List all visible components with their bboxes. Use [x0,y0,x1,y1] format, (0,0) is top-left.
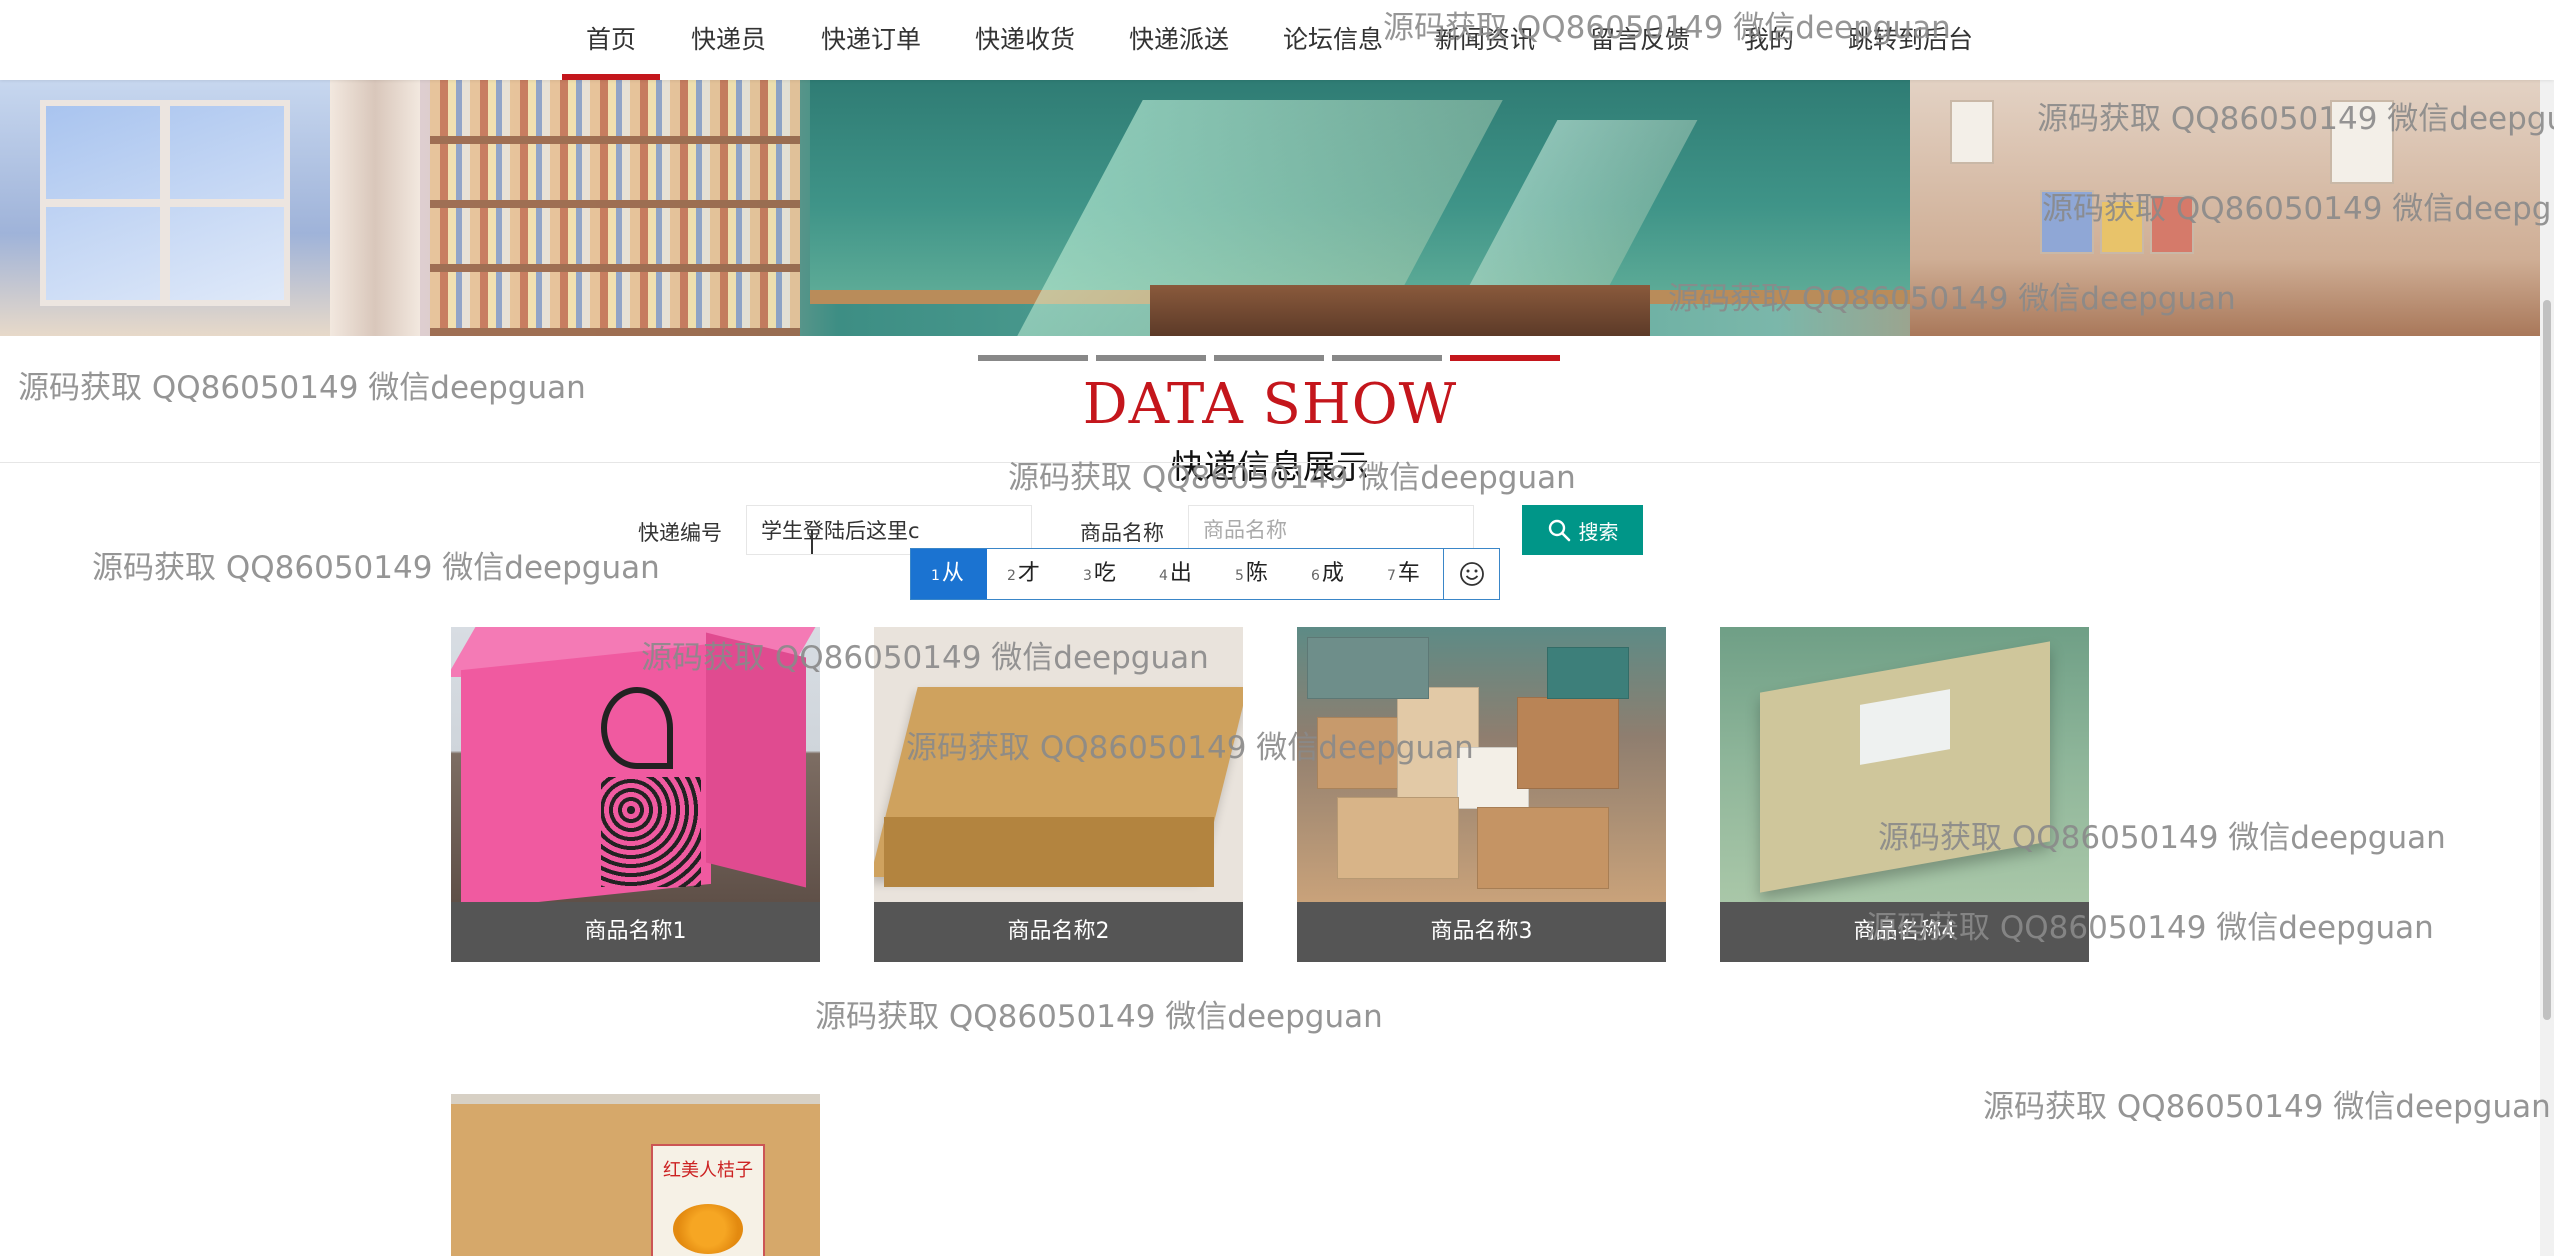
product-name: 商品名称2 [874,902,1243,962]
search-button-label: 搜索 [1578,519,1619,544]
product-image [1297,627,1666,902]
smiley-icon [1459,562,1484,586]
carousel-banner-image[interactable] [0,80,2540,336]
nav-item-go-to-admin[interactable]: 跳转到后台 [1848,0,1973,80]
ime-candidate-6[interactable]: 6成 [1311,549,1344,599]
nav-item-feedback[interactable]: 留言反馈 [1590,0,1690,80]
product-card-2[interactable]: 商品名称2 [874,627,1243,962]
section-title-en: DATA SHOW [1082,372,1458,437]
section-divider [0,462,2540,463]
banner-poster [2040,190,2094,254]
top-navigation: 首页 快递员 快递订单 快递收货 快递派送 论坛信息 新闻资讯 留言反馈 我的 … [0,0,2554,80]
banner-poster [2330,100,2394,184]
product-card-3[interactable]: 商品名称3 [1297,627,1666,962]
watermark-text: 源码获取 QQ86050149 微信deepguan [815,999,1383,1035]
ime-candidate-1[interactable]: 1从 [911,549,987,599]
product-name: 商品名称4 [1720,902,2089,962]
nav-item-couriers[interactable]: 快递员 [691,0,766,80]
banner-window [0,80,330,336]
watermark-text: 源码获取 QQ86050149 微信deepguan [1983,1089,2551,1125]
product-image [451,627,820,902]
carousel-indicator-5[interactable] [1450,355,1560,361]
nav-item-home[interactable]: 首页 [561,0,661,80]
banner-poster [1950,100,1994,164]
nav-item-courier-delivery[interactable]: 快递派送 [1129,0,1229,80]
watermark-text: 源码获取 QQ86050149 微信deepguan [92,550,660,586]
carousel-indicator-4[interactable] [1332,355,1442,361]
product-image [1720,627,2089,902]
scrollbar-thumb[interactable] [2543,300,2551,1020]
search-icon [1548,519,1570,542]
section-title-cn: 快递信息展示 [1171,447,1369,486]
carousel-indicator-1[interactable] [978,355,1088,361]
ime-candidate-5[interactable]: 5陈 [1235,549,1268,599]
banner-wall [1910,80,2540,336]
ime-candidate-7[interactable]: 7车 [1387,549,1420,599]
product-card-4[interactable]: 商品名称4 [1720,627,2089,962]
ime-emoji-button[interactable] [1444,549,1499,599]
banner-curtain [330,80,420,336]
nav-item-news[interactable]: 新闻资讯 [1435,0,1535,80]
carousel-indicator-3[interactable] [1214,355,1324,361]
nav-item-mine[interactable]: 我的 [1744,0,1794,80]
banner-poster [2150,195,2194,254]
nav-item-courier-receipt[interactable]: 快递收货 [975,0,1075,80]
ime-candidate-2[interactable]: 2才 [1007,549,1040,599]
product-image: 红美人桔子 [451,1094,820,1256]
product-name-label: 商品名称 [1080,521,1164,545]
courier-number-label: 快递编号 [638,521,722,545]
product-name: 商品名称1 [451,902,820,962]
search-button[interactable]: 搜索 [1522,505,1643,555]
ime-candidate-4[interactable]: 4出 [1159,549,1192,599]
nav-item-forum[interactable]: 论坛信息 [1283,0,1383,80]
product-name: 商品名称3 [1297,902,1666,962]
product-image [874,627,1243,902]
product-card-5[interactable]: 红美人桔子 [451,1094,820,1256]
text-cursor [811,530,813,554]
banner-poster [2100,200,2144,254]
nav-item-courier-orders[interactable]: 快递订单 [821,0,921,80]
ime-candidate-3[interactable]: 3吃 [1083,549,1116,599]
banner-desk [1150,285,1650,336]
product-card-1[interactable]: 商品名称1 [451,627,820,962]
ime-candidate-bar: 1从 2才 3吃 4出 5陈 6成 7车 [910,548,1500,600]
carousel-indicator-2[interactable] [1096,355,1206,361]
page-scrollbar[interactable] [2540,0,2554,1256]
banner-bookshelf [430,80,800,336]
